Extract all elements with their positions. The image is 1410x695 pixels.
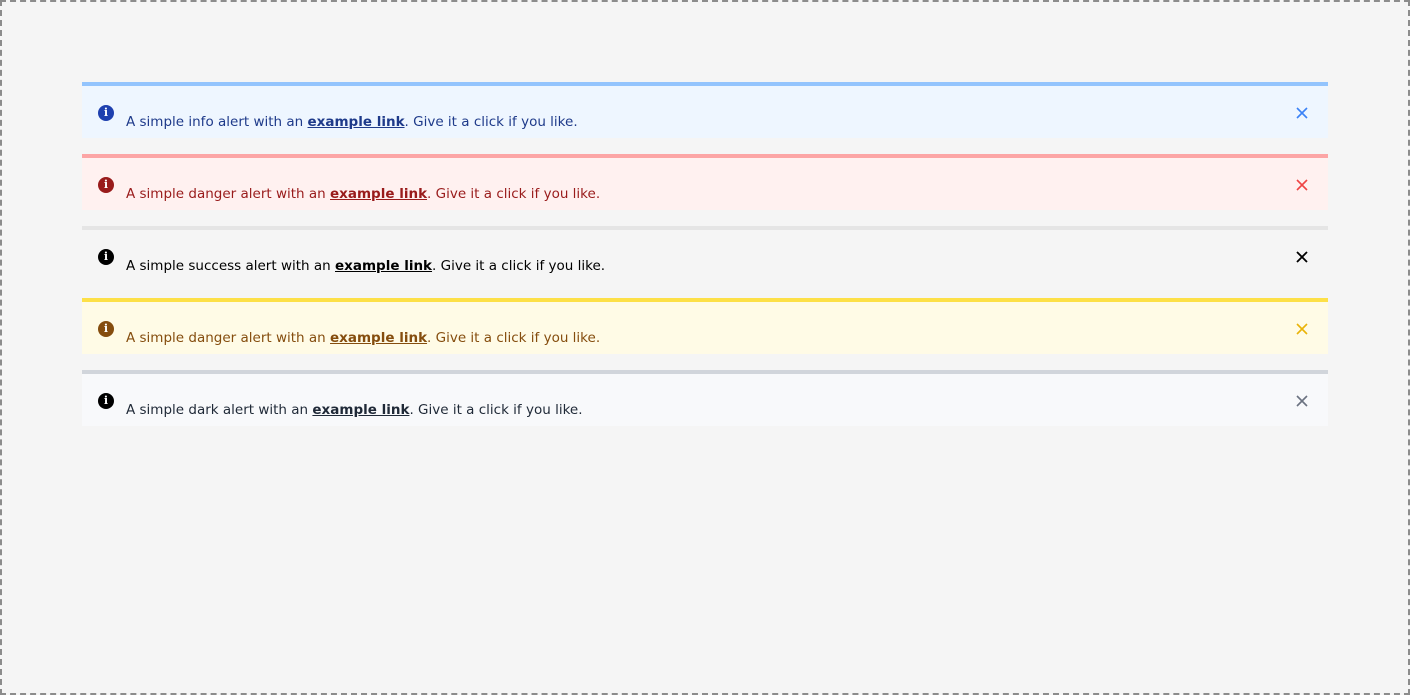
alert-text-suffix: . Give it a click if you like. <box>427 186 601 202</box>
info-circle-icon: i <box>98 321 114 337</box>
alert-text-suffix: . Give it a click if you like. <box>427 330 601 346</box>
example-link[interactable]: example link <box>308 114 405 130</box>
alert-text-prefix: A simple danger alert with an <box>126 186 331 202</box>
info-circle-icon: i <box>98 105 114 121</box>
close-button[interactable] <box>1294 177 1310 193</box>
alert-list: i A simple info alert with an example li… <box>82 82 1328 426</box>
example-link[interactable]: example link <box>330 330 427 346</box>
example-link[interactable]: example link <box>335 258 432 274</box>
warning-alert: i A simple danger alert with an example … <box>82 298 1328 354</box>
danger-alert: i A simple danger alert with an example … <box>82 154 1328 210</box>
close-button[interactable] <box>1294 321 1310 337</box>
alert-text-prefix: A simple info alert with an <box>126 114 308 130</box>
info-alert: i A simple info alert with an example li… <box>82 82 1328 138</box>
alert-message: A simple success alert with an example l… <box>126 256 605 276</box>
close-button[interactable] <box>1294 249 1310 265</box>
info-circle-icon: i <box>98 393 114 409</box>
alert-text-suffix: . Give it a click if you like. <box>409 402 583 418</box>
dark-alert: i A simple dark alert with an example li… <box>82 370 1328 426</box>
example-link[interactable]: example link <box>312 402 409 418</box>
success-alert: i A simple success alert with an example… <box>82 226 1328 282</box>
close-icon <box>1296 179 1308 191</box>
alert-message: A simple dark alert with an example link… <box>126 400 583 420</box>
example-link[interactable]: example link <box>330 186 427 202</box>
alert-message: A simple danger alert with an example li… <box>126 184 600 204</box>
alert-message: A simple danger alert with an example li… <box>126 328 600 348</box>
alert-text-prefix: A simple dark alert with an <box>126 402 313 418</box>
alert-message: A simple info alert with an example link… <box>126 112 578 132</box>
close-icon <box>1296 323 1308 335</box>
close-icon <box>1296 107 1308 119</box>
close-button[interactable] <box>1294 393 1310 409</box>
alert-text-suffix: . Give it a click if you like. <box>432 258 606 274</box>
close-button[interactable] <box>1294 105 1310 121</box>
info-circle-icon: i <box>98 249 114 265</box>
alert-text-prefix: A simple danger alert with an <box>126 330 331 346</box>
alert-text-prefix: A simple success alert with an <box>126 258 335 274</box>
close-icon <box>1296 395 1308 407</box>
close-icon <box>1296 251 1308 263</box>
info-circle-icon: i <box>98 177 114 193</box>
alert-text-suffix: . Give it a click if you like. <box>404 114 578 130</box>
